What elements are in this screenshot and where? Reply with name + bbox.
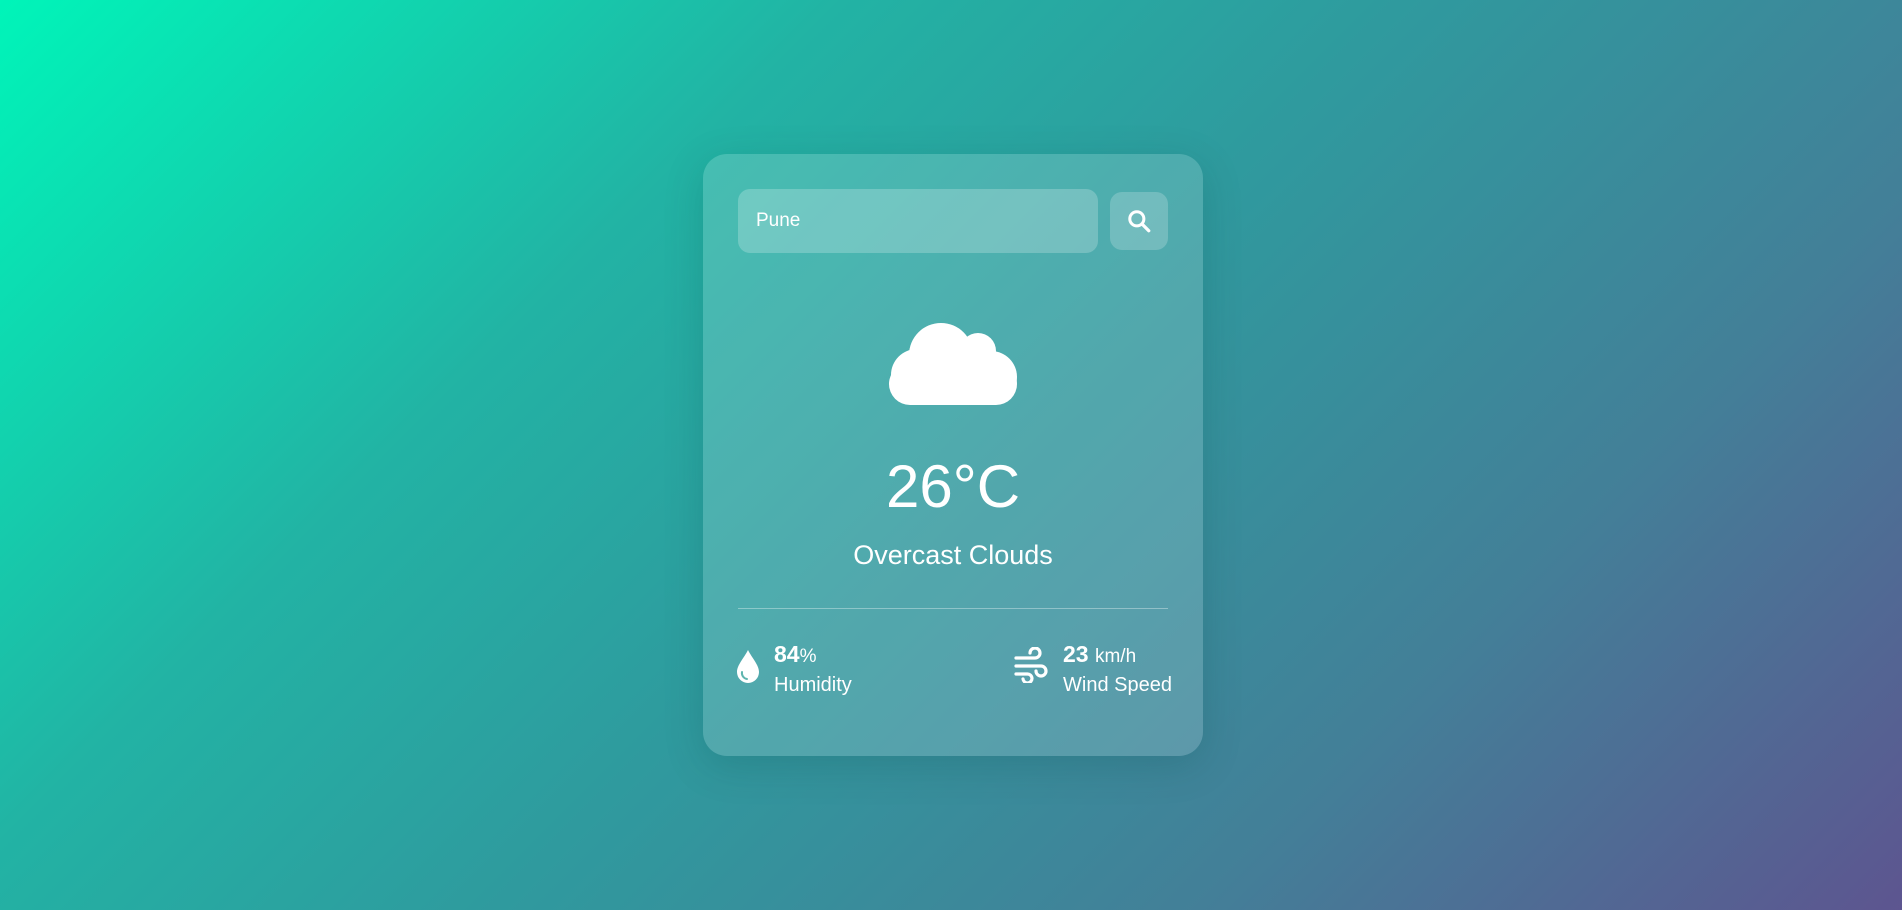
water-drop-icon — [737, 650, 759, 683]
wind-value: 23 — [1063, 641, 1089, 667]
humidity-value: 84 — [774, 641, 800, 667]
humidity-unit: % — [799, 646, 817, 667]
city-search-input[interactable] — [738, 189, 1098, 253]
weather-card: 26°C Overcast Clouds 84% Humidity 23 km/… — [703, 154, 1203, 756]
temperature: 26°C — [885, 453, 1021, 520]
search-button[interactable] — [1110, 192, 1168, 250]
wind-icon — [1014, 647, 1048, 683]
wind-unit: km/h — [1094, 646, 1137, 667]
search-bar — [738, 189, 1168, 253]
wind-label: Wind Speed — [1063, 674, 1172, 696]
weather-description: Overcast Clouds — [853, 540, 1053, 570]
cloud-icon — [889, 323, 1017, 405]
divider — [738, 608, 1168, 609]
search-icon — [1128, 210, 1151, 233]
humidity-label: Humidity — [774, 674, 852, 696]
